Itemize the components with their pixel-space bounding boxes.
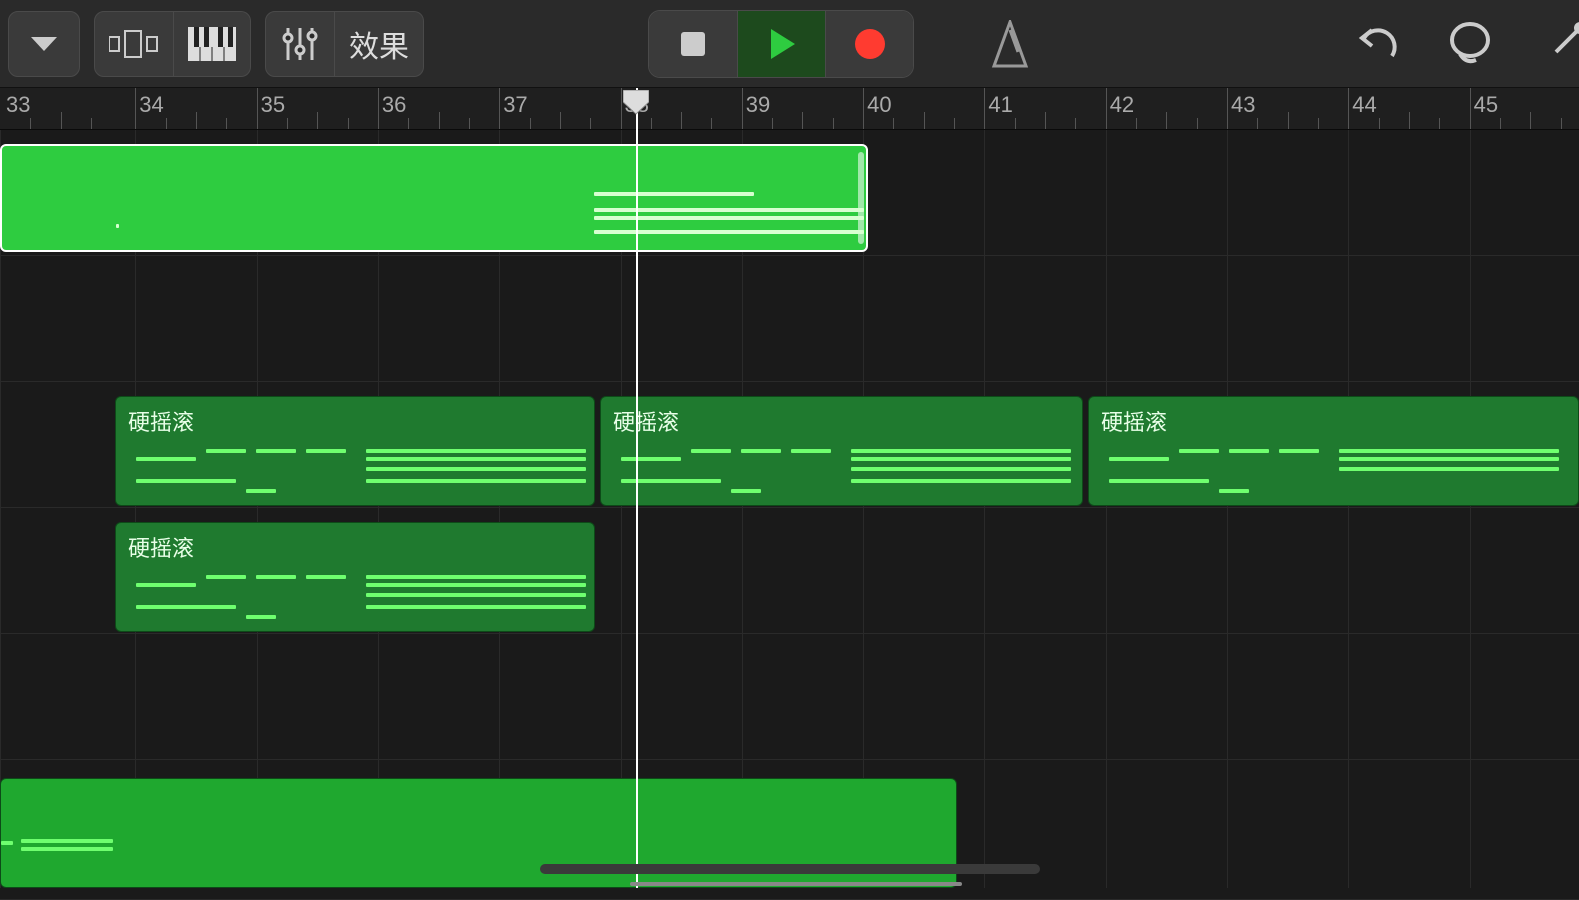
track-row[interactable]: [0, 256, 1579, 382]
midi-region[interactable]: 硬摇滚: [600, 396, 1083, 506]
view-piano-button[interactable]: [174, 11, 251, 77]
tracks-area[interactable]: 硬摇滚硬摇滚硬摇滚硬摇滚: [0, 130, 1579, 888]
toolbar: 效果: [0, 0, 1579, 88]
view-regions-button[interactable]: [94, 11, 174, 77]
ruler-bar-label: 40: [867, 92, 891, 118]
timeline-ruler[interactable]: 33343536373839404142434445: [0, 88, 1579, 130]
play-button[interactable]: [737, 11, 825, 77]
edit-tool-icon[interactable]: [1537, 17, 1579, 71]
track-row[interactable]: [0, 634, 1579, 760]
ruler-bar-label: 34: [139, 92, 163, 118]
h-scrollbar-track[interactable]: [540, 864, 1040, 874]
midi-region[interactable]: 硬摇滚: [1088, 396, 1579, 506]
transport-controls: [648, 10, 914, 78]
ruler-bar-label: 36: [382, 92, 406, 118]
h-scrollbar-thumb[interactable]: [630, 882, 962, 886]
playhead-marker[interactable]: [623, 90, 649, 116]
undo-button[interactable]: [1349, 17, 1403, 71]
ruler-bar-label: 33: [6, 92, 30, 118]
midi-region[interactable]: 硬摇滚: [115, 522, 595, 632]
ruler-bar-label: 43: [1231, 92, 1255, 118]
dropdown-button[interactable]: [8, 11, 80, 77]
ruler-bar-label: 42: [1110, 92, 1134, 118]
midi-region[interactable]: [0, 144, 868, 252]
fx-button[interactable]: 效果: [335, 11, 424, 77]
ruler-bar-label: 35: [261, 92, 285, 118]
record-button[interactable]: [825, 11, 913, 77]
ruler-bar-label: 37: [503, 92, 527, 118]
ruler-bar-label: 41: [988, 92, 1012, 118]
mixer-button[interactable]: [265, 11, 335, 77]
loop-button[interactable]: [1443, 17, 1497, 71]
ruler-bar-label: 45: [1474, 92, 1498, 118]
ruler-bar-label: 39: [746, 92, 770, 118]
metronome-button[interactable]: [974, 11, 1046, 77]
ruler-bar-label: 44: [1352, 92, 1376, 118]
midi-region[interactable]: 硬摇滚: [115, 396, 595, 506]
fx-label: 效果: [349, 22, 409, 66]
stop-button[interactable]: [649, 11, 737, 77]
